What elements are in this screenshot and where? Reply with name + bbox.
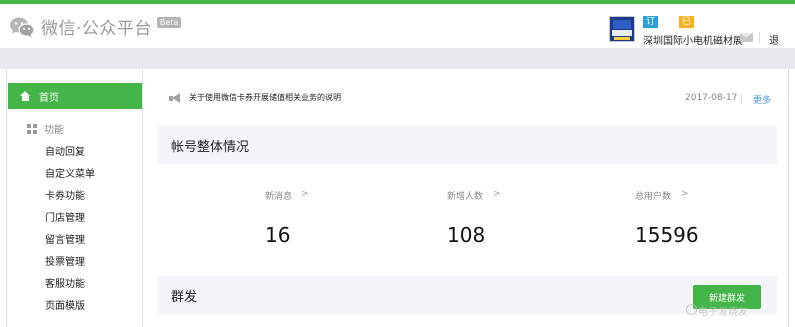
subscription-badge: 订阅号 <box>643 16 659 51</box>
chevron-right-icon: > <box>301 189 309 199</box>
sidebar-item-label: 首页 <box>39 92 59 104</box>
chevron-right-icon: > <box>681 189 689 199</box>
stat-label: 新消息 <box>265 192 293 202</box>
content-container: 首页 功能 自动回复 自定义菜单 卡券功能 门店管理 留言管理 投票管理 客服功… <box>6 69 789 327</box>
mail-icon[interactable] <box>740 33 753 42</box>
sidebar-item-customer-service[interactable]: 客服功能 <box>45 275 85 290</box>
account-name[interactable]: 深圳国际小电机磁材展 <box>643 32 743 47</box>
stat-label: 新增人数 <box>447 192 484 202</box>
notice-bar: 关于使用微信卡券开展储值相关业务的说明 2017-08-17 更多 <box>169 91 773 107</box>
mass-send-title: 群发 <box>171 290 198 305</box>
account-divider <box>759 32 760 44</box>
sidebar-item-page-templates[interactable]: 页面模版 <box>45 297 85 312</box>
mass-send-panel-header: 群发 <box>157 276 777 314</box>
sidebar-item-card-coupons[interactable]: 卡券功能 <box>45 187 85 202</box>
sidebar-item-vote-management[interactable]: 投票管理 <box>45 253 85 268</box>
stat-value: 108 <box>447 223 486 247</box>
sidebar-item-store-management[interactable]: 门店管理 <box>45 209 85 224</box>
sidebar-group-functions: 功能 <box>27 121 64 136</box>
grid-icon <box>27 123 37 134</box>
sidebar-item-auto-reply[interactable]: 自动回复 <box>45 143 85 158</box>
stat-value: 15596 <box>635 223 699 247</box>
account-avatar[interactable] <box>609 16 635 42</box>
wechat-logo[interactable]: 微信·公众平台 Beta <box>9 14 182 39</box>
stat-value: 16 <box>265 223 291 247</box>
stat-new-followers[interactable]: 新增人数 > 108 <box>447 189 597 249</box>
stat-total-users[interactable]: 总用户数 > 15596 <box>635 189 785 249</box>
sidebar-group-label: 功能 <box>44 125 64 136</box>
notice-link[interactable]: 关于使用微信卡券开展储值相关业务的说明 <box>189 92 341 103</box>
notice-date: 2017-08-17 <box>685 93 738 103</box>
notice-more-link[interactable]: 更多 <box>753 93 771 106</box>
beta-badge: Beta <box>156 17 182 28</box>
main-content: 关于使用微信卡券开展储值相关业务的说明 2017-08-17 更多 帐号整体情况… <box>157 69 777 327</box>
sidebar-item-custom-menu[interactable]: 自定义菜单 <box>45 165 95 180</box>
watermark-text: 电子发烧友 <box>698 307 748 318</box>
notice-divider <box>741 94 742 104</box>
header-band <box>0 48 795 69</box>
sidebar-item-comment-management[interactable]: 留言管理 <box>45 231 85 246</box>
platform-title: 微信·公众平台 <box>41 19 152 39</box>
stat-new-messages[interactable]: 新消息 > 16 <box>265 189 415 249</box>
top-header: 微信·公众平台 Beta 订阅号 已认证 深圳国际小电机磁材展 退出 <box>0 4 795 62</box>
stat-label: 总用户数 <box>635 192 672 202</box>
overview-title: 帐号整体情况 <box>171 140 250 155</box>
chevron-right-icon: > <box>493 189 501 199</box>
verified-badge: 已认证 <box>679 16 695 51</box>
wechat-logo-icon <box>10 17 35 37</box>
speaker-icon <box>169 93 183 103</box>
sidebar-item-home[interactable]: 首页 <box>8 83 142 109</box>
home-icon <box>20 91 31 101</box>
sidebar: 首页 功能 自动回复 自定义菜单 卡券功能 门店管理 留言管理 投票管理 客服功… <box>7 69 143 327</box>
watermark-logo-icon <box>686 304 697 315</box>
overview-panel-header: 帐号整体情况 <box>157 126 777 164</box>
